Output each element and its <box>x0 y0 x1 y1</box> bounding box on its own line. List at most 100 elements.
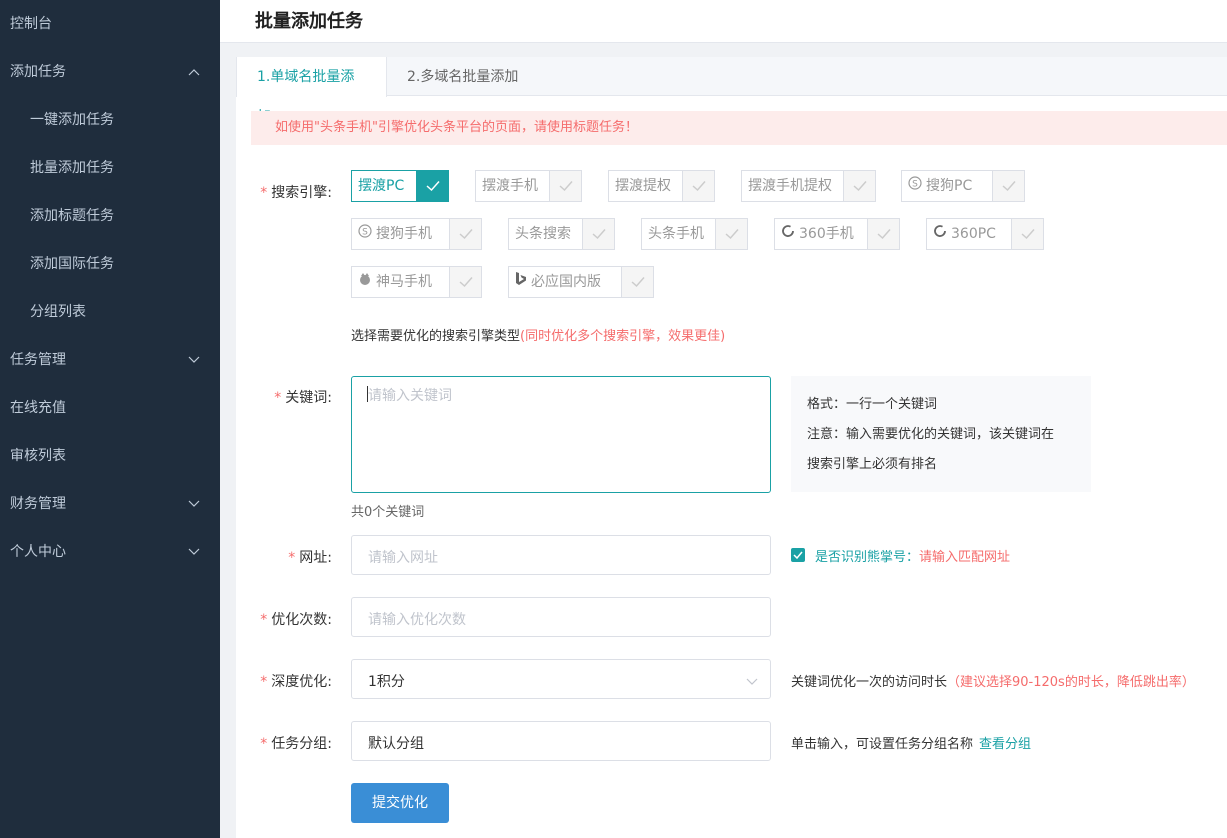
engine-option-sogou-mobile[interactable]: S 搜狗手机 <box>351 218 482 250</box>
required-mark: * <box>260 612 268 628</box>
required-mark: * <box>260 674 268 690</box>
group-label: * 任务分组: <box>256 733 332 753</box>
sidebar-item-label: 添加任务 <box>10 64 66 80</box>
chevron-down-icon <box>188 480 200 528</box>
depth-select[interactable]: 1积分 <box>351 659 771 699</box>
chevron-down-icon <box>188 336 200 384</box>
keyword-label-text: 关键词: <box>285 390 332 406</box>
engine-option-toutiao-search[interactable]: 头条搜索 <box>508 218 615 250</box>
engine-option-label: 摆渡PC <box>358 178 405 194</box>
engine-option-shenma-mobile[interactable]: 神马手机 <box>351 266 482 298</box>
check-icon <box>682 171 714 201</box>
sidebar-item-batch-add[interactable]: 批量添加任务 <box>0 144 220 192</box>
engine-option-baidu-mobile-boost[interactable]: 摆渡手机提权 <box>741 170 876 202</box>
sidebar-item-add-intl-task[interactable]: 添加国际任务 <box>0 240 220 288</box>
sidebar-item-one-click-add[interactable]: 一键添加任务 <box>0 96 220 144</box>
warning-alert: 如使用"头条手机"引擎优化头条平台的页面，请使用标题任务！ <box>251 111 1227 145</box>
sogou-icon: S <box>908 171 922 201</box>
engine-option-bing-cn[interactable]: 必应国内版 <box>508 266 654 298</box>
check-icon <box>715 219 747 249</box>
shenma-icon <box>358 267 372 297</box>
engine-option-text-wrap: S 搜狗手机 <box>352 219 432 249</box>
sidebar-item-group-list[interactable]: 分组列表 <box>0 288 220 336</box>
keyword-textarea[interactable]: 请输入关键词 <box>351 376 771 493</box>
engine-option-360-pc[interactable]: 360PC <box>926 218 1044 250</box>
engine-option-label: 摆渡提权 <box>615 178 671 194</box>
engine-option-text-wrap: S 搜狗PC <box>902 171 972 201</box>
engine-option-text-wrap: 360手机 <box>775 219 854 249</box>
depth-hint: 关键词优化一次的访问时长（建议选择90-120s的时长，降低跳出率） <box>791 671 1195 690</box>
check-icon <box>449 219 481 249</box>
depth-hint-text: 关键词优化一次的访问时长 <box>791 675 948 690</box>
keyword-placeholder: 请输入关键词 <box>368 388 452 404</box>
keyword-tip-box: 格式：一行一个关键词 注意：输入需要优化的关键词，该关键词在 搜索引擎上必须有排… <box>791 376 1091 492</box>
sidebar-item-label: 添加国际任务 <box>30 256 114 272</box>
sogou-icon: S <box>358 219 372 249</box>
sidebar: 控制台 添加任务 一键添加任务 批量添加任务 添加标题任务 添加国际任务 分组列… <box>0 0 220 838</box>
optimize-count-placeholder: 请输入优化次数 <box>368 612 466 628</box>
keyword-label: * 关键词: <box>256 387 332 407</box>
optimize-count-input[interactable]: 请输入优化次数 <box>351 597 771 637</box>
engine-option-sogou-pc[interactable]: S 搜狗PC <box>901 170 1025 202</box>
engine-option-label: 360手机 <box>799 226 854 242</box>
sidebar-item-label: 一键添加任务 <box>30 112 114 128</box>
group-hint-text: 单击输入，可设置任务分组名称 <box>791 737 974 752</box>
view-groups-link[interactable]: 查看分组 <box>979 737 1031 752</box>
keyword-tip-note-cont: 搜索引擎上必须有排名 <box>807 457 938 472</box>
palm-id-checkbox[interactable] <box>791 548 805 562</box>
tab-bar: 1.单域名批量添加 2.多域名批量添加 <box>236 57 1227 125</box>
sidebar-item-label: 在线充值 <box>10 400 66 416</box>
check-icon <box>416 171 448 201</box>
page-header: 批量添加任务 <box>220 0 1227 43</box>
engine-option-label: 360PC <box>951 226 996 242</box>
sidebar-item-dashboard[interactable]: 控制台 <box>0 0 220 48</box>
required-mark: * <box>274 390 282 406</box>
sidebar-item-label: 个人中心 <box>10 544 66 560</box>
url-input[interactable]: 请输入网址 <box>351 535 771 575</box>
sidebar-item-add-task[interactable]: 添加任务 <box>0 48 220 96</box>
sidebar-item-task-management[interactable]: 任务管理 <box>0 336 220 384</box>
keyword-tip-format: 格式：一行一个关键词 <box>807 397 938 412</box>
engine-option-label: 头条手机 <box>648 226 704 242</box>
sidebar-item-recharge[interactable]: 在线充值 <box>0 384 220 432</box>
sidebar-item-add-title-task[interactable]: 添加标题任务 <box>0 192 220 240</box>
engine-option-text-wrap: 必应国内版 <box>509 267 601 297</box>
360-icon <box>781 219 795 249</box>
url-placeholder: 请输入网址 <box>368 550 438 566</box>
palm-id-label-text: 是否识别熊掌号： <box>815 550 920 565</box>
chevron-down-icon <box>188 528 200 576</box>
sidebar-item-label: 财务管理 <box>10 496 66 512</box>
sidebar-item-personal-center[interactable]: 个人中心 <box>0 528 220 576</box>
palm-id-label-emphasis: 请输入匹配网址 <box>919 550 1011 565</box>
group-input[interactable]: 默认分组 <box>351 721 771 761</box>
bing-icon <box>515 267 527 297</box>
required-mark: * <box>288 550 296 566</box>
chevron-down-icon <box>746 674 758 690</box>
check-icon <box>843 171 875 201</box>
engine-option-label: 搜狗手机 <box>376 226 432 242</box>
palm-id-label[interactable]: 是否识别熊掌号：请输入匹配网址 <box>815 546 1010 565</box>
sidebar-item-label: 添加标题任务 <box>30 208 114 224</box>
tab-single-domain[interactable]: 1.单域名批量添加 <box>236 57 387 125</box>
chevron-up-icon <box>188 48 200 96</box>
engine-option-toutiao-mobile[interactable]: 头条手机 <box>641 218 748 250</box>
tab-multi-domain[interactable]: 2.多域名批量添加 <box>387 57 538 97</box>
engine-option-360-mobile[interactable]: 360手机 <box>774 218 900 250</box>
engine-hint: 选择需要优化的搜索引擎类型(同时优化多个搜索引擎，效果更佳) <box>351 325 725 344</box>
check-icon <box>582 219 614 249</box>
depth-select-value: 1积分 <box>368 674 405 690</box>
required-mark: * <box>260 185 268 201</box>
page-title: 批量添加任务 <box>255 11 363 32</box>
engine-option-baidu-mobile[interactable]: 摆渡手机 <box>475 170 582 202</box>
sidebar-item-review-list[interactable]: 审核列表 <box>0 432 220 480</box>
engine-option-label: 摆渡手机 <box>482 178 538 194</box>
engine-option-text-wrap: 360PC <box>927 219 996 249</box>
submit-button[interactable]: 提交优化 <box>351 783 449 823</box>
engine-option-baidu-boost[interactable]: 摆渡提权 <box>608 170 715 202</box>
sidebar-item-finance[interactable]: 财务管理 <box>0 480 220 528</box>
group-hint: 单击输入，可设置任务分组名称 查看分组 <box>791 733 1031 752</box>
engine-option-baidu-pc[interactable]: 摆渡PC <box>351 170 449 202</box>
sidebar-item-label: 分组列表 <box>30 304 86 320</box>
check-icon <box>992 171 1024 201</box>
url-label: * 网址: <box>256 547 332 567</box>
